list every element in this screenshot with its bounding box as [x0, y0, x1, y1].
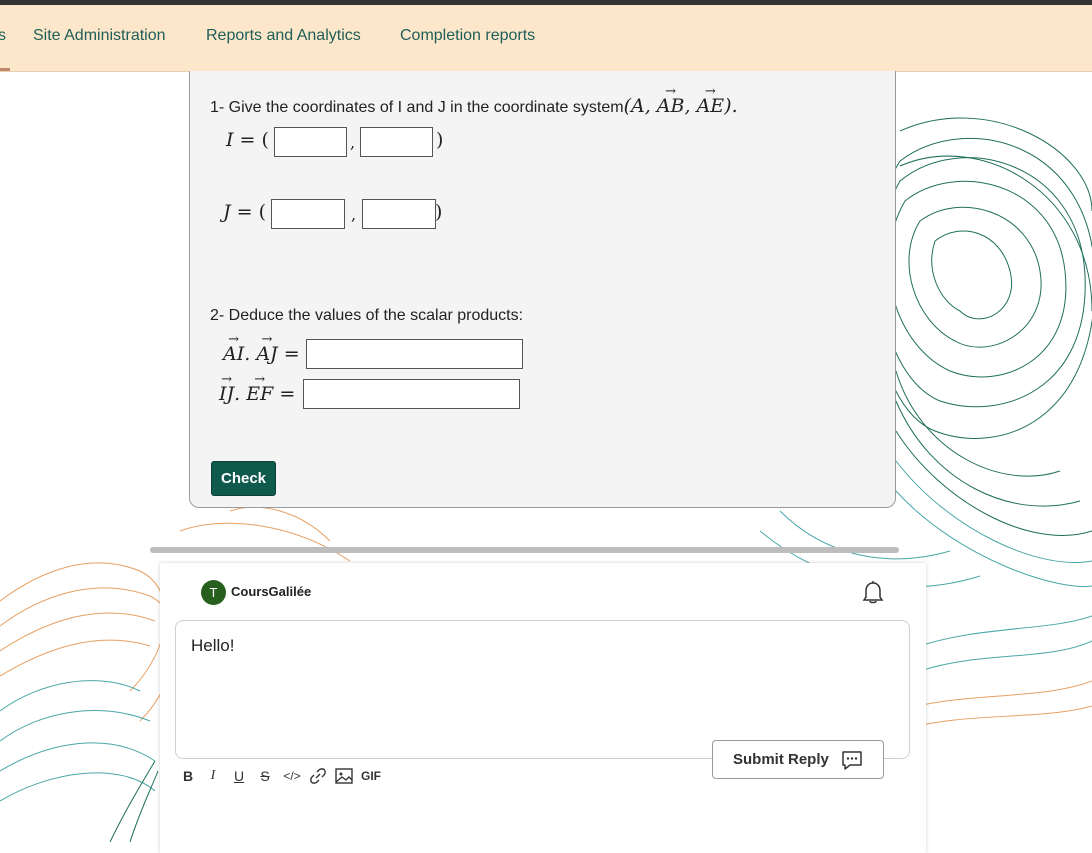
submit-reply-button[interactable]: Submit Reply [712, 740, 884, 779]
nav-item-completion-reports[interactable]: Completion reports [400, 27, 535, 45]
avatar: T [201, 580, 226, 605]
link-icon[interactable] [308, 766, 328, 786]
j-label: J [223, 201, 231, 223]
submit-reply-label: Submit Reply [733, 751, 829, 768]
chat-bubble-icon [842, 751, 862, 770]
quiz-panel: 1- Give the coordinates of I and J in th… [189, 71, 896, 508]
image-icon[interactable] [334, 766, 354, 786]
i-label: I [226, 129, 234, 151]
check-button[interactable]: Check [211, 461, 276, 496]
question-1-text: 1- Give the coordinates of I and J in th… [210, 99, 624, 116]
scalar-product-ai-aj-label: AI. AJ = [223, 343, 300, 365]
question-1: 1- Give the coordinates of I and J in th… [210, 95, 738, 117]
username: CoursGalilée [231, 584, 312, 599]
j-x-input[interactable] [271, 199, 345, 229]
i-x-input[interactable] [274, 127, 347, 157]
section-divider [150, 547, 899, 553]
nav-item-site-administration[interactable]: Site Administration [33, 27, 166, 45]
underline-button[interactable]: U [229, 766, 249, 786]
close-paren: ) [436, 129, 444, 151]
question-2: 2- Deduce the values of the scalar produ… [210, 307, 524, 324]
i-coordinates-row: I = ( [226, 129, 269, 151]
bell-icon[interactable] [862, 581, 884, 605]
scalar-product-ij-ef-label: IJ. EF = [219, 383, 295, 405]
strikethrough-button[interactable]: S [255, 766, 275, 786]
editor-content[interactable]: Hello! [191, 636, 234, 656]
italic-button[interactable]: I [203, 766, 223, 786]
comma: , [351, 205, 357, 224]
top-navigation: s Site Administration Reports and Analyt… [0, 5, 1092, 72]
coordinate-system-formula: (A, AB, AE). [624, 95, 738, 117]
i-y-input[interactable] [360, 127, 433, 157]
gif-button[interactable]: GIF [358, 766, 384, 786]
scalar-product-ai-aj-input[interactable] [306, 339, 523, 369]
code-button[interactable]: </> [280, 766, 304, 786]
j-coordinates-row: J = ( [223, 201, 267, 223]
scalar-product-ij-ef-input[interactable] [303, 379, 520, 409]
nav-item-truncated[interactable]: s [0, 27, 6, 45]
reply-card: T CoursGalilée Hello! Submit Reply B I U… [160, 563, 926, 853]
close-paren: ) [435, 201, 443, 223]
reply-editor[interactable]: Hello! [175, 620, 910, 759]
bold-button[interactable]: B [178, 766, 198, 786]
comma: , [350, 133, 356, 152]
nav-item-reports-analytics[interactable]: Reports and Analytics [206, 27, 361, 45]
nav-active-indicator [0, 68, 10, 71]
j-y-input[interactable] [362, 199, 436, 229]
